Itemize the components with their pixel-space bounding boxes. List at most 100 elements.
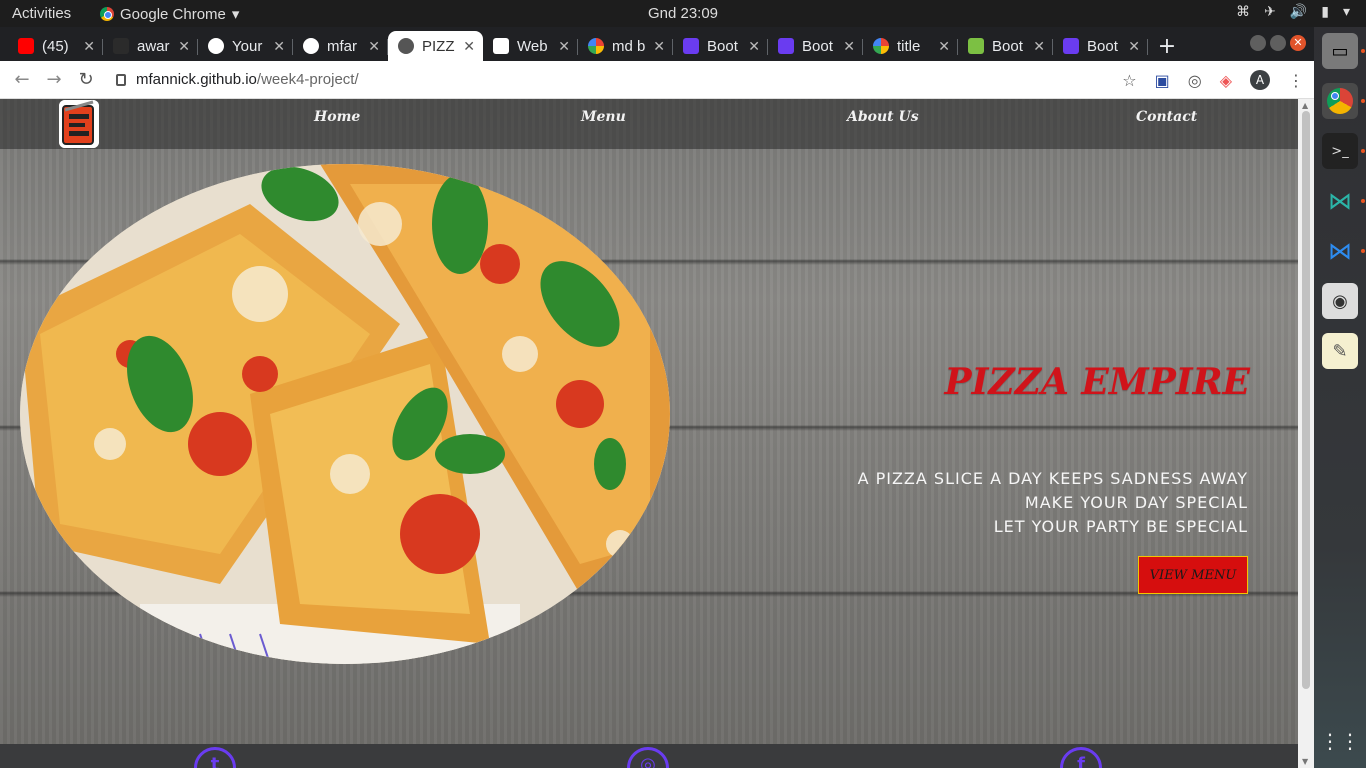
mdb-icon (683, 38, 699, 54)
running-indicator (1361, 199, 1365, 203)
tab-title: (45) (42, 37, 69, 55)
view-menu-button[interactable]: VIEW MENU (1138, 556, 1248, 594)
github-icon (208, 38, 224, 54)
lock-icon[interactable] (116, 73, 126, 86)
page-title: PIZZA EMPIRE (944, 361, 1251, 403)
tagline: LET YOUR PARTY BE SPECIAL (993, 517, 1248, 536)
tab-strip: (45) ✕ awar ✕ Your ✕ mfar ✕ PIZZ ✕ Web ✕ md b ✕… (0, 27, 1314, 61)
app-grid-icon[interactable]: ⋮⋮ (1320, 723, 1360, 759)
reload-button[interactable]: ↻ (70, 69, 102, 90)
close-icon[interactable]: ✕ (558, 38, 570, 55)
airplane-icon: ✈ (1264, 4, 1276, 20)
vscode-icon[interactable]: ⋈ (1322, 233, 1358, 269)
nav-menu[interactable]: Menu (581, 109, 626, 125)
back-button[interactable]: ← (6, 69, 38, 90)
nav-about-us[interactable]: About Us (847, 109, 919, 125)
tab[interactable]: title ✕ (863, 31, 958, 61)
system-tray[interactable]: ⌘ ✈ 🔊 ▮ ▾ (1236, 4, 1350, 20)
site-icon (493, 38, 509, 54)
page-scrollbar[interactable]: ▲ ▼ (1298, 99, 1314, 768)
tab[interactable]: Boot ✕ (768, 31, 863, 61)
tab-title: awar (137, 37, 170, 55)
mdb-icon (1063, 38, 1079, 54)
minimize-button[interactable] (1250, 35, 1266, 51)
text-editor-icon[interactable]: ✎ (1322, 333, 1358, 369)
page-viewport: Home Menu About Us Contact PIZZA EMPIRE … (0, 99, 1298, 768)
maximize-button[interactable] (1270, 35, 1286, 51)
system-top-bar: Activities Google Chrome ▾ Gnd 23:09 ⌘ ✈… (0, 0, 1366, 27)
close-icon[interactable]: ✕ (1033, 38, 1045, 55)
clock[interactable]: Gnd 23:09 (0, 5, 1366, 22)
close-icon[interactable]: ✕ (463, 38, 475, 55)
site-icon (113, 38, 129, 54)
url-path: /week4-project/ (256, 71, 359, 88)
close-icon[interactable]: ✕ (178, 38, 190, 55)
close-icon[interactable]: ✕ (748, 38, 760, 55)
tab[interactable]: mfar ✕ (293, 31, 388, 61)
close-icon[interactable]: ✕ (83, 38, 95, 55)
globe-icon (398, 38, 414, 54)
more-menu-icon[interactable]: ⋮ (1288, 71, 1304, 90)
url-host: mfannick.github.io (136, 71, 257, 88)
tab-title: mfar (327, 37, 357, 55)
site-logo[interactable] (59, 100, 99, 148)
running-indicator (1361, 249, 1365, 253)
running-indicator (1361, 99, 1365, 103)
close-icon[interactable]: ✕ (938, 38, 950, 55)
scroll-up-icon[interactable]: ▲ (1302, 101, 1308, 110)
close-window-button[interactable]: ✕ (1290, 35, 1306, 51)
tab-title: Boot (802, 37, 833, 55)
tab[interactable]: awar ✕ (103, 31, 198, 61)
google-icon (873, 38, 889, 54)
site-navbar: Home Menu About Us Contact (0, 99, 1298, 149)
running-indicator (1361, 149, 1365, 153)
chevron-down-icon: ▾ (1342, 4, 1350, 20)
extension-icon[interactable]: ◈ (1220, 71, 1232, 90)
new-tab-button[interactable]: + (1152, 31, 1182, 61)
site-icon (968, 38, 984, 54)
tab-title: PIZZ (422, 37, 455, 55)
address-bar[interactable]: mfannick.github.io/week4-project/ (116, 71, 359, 88)
pizza-hero-image (20, 164, 670, 664)
tab[interactable]: Boot ✕ (673, 31, 768, 61)
tab-title: Boot (992, 37, 1023, 55)
star-icon[interactable]: ☆ (1122, 71, 1136, 90)
tab[interactable]: Boot ✕ (958, 31, 1053, 61)
profile-avatar[interactable]: A (1250, 70, 1270, 90)
tab-title: Web (517, 37, 548, 55)
forward-button[interactable]: → (38, 69, 70, 90)
tab-active[interactable]: PIZZ ✕ (388, 31, 483, 61)
tab[interactable]: (45) ✕ (8, 31, 103, 61)
tab[interactable]: Web ✕ (483, 31, 578, 61)
media-player-icon[interactable]: ◉ (1322, 283, 1358, 319)
vscode-icon[interactable]: ⋈ (1322, 183, 1358, 219)
extension-icon[interactable]: ▣ (1155, 71, 1170, 90)
network-icon: ⌘ (1236, 4, 1251, 20)
chrome-icon[interactable] (1322, 83, 1358, 119)
nav-contact[interactable]: Contact (1136, 109, 1197, 125)
files-icon[interactable]: ▭ (1322, 33, 1358, 69)
tab[interactable]: md b ✕ (578, 31, 673, 61)
github-icon (303, 38, 319, 54)
browser-window: (45) ✕ awar ✕ Your ✕ mfar ✕ PIZZ ✕ Web ✕ md b ✕… (0, 27, 1314, 768)
close-icon[interactable]: ✕ (273, 38, 285, 55)
close-icon[interactable]: ✕ (368, 38, 380, 55)
scroll-down-icon[interactable]: ▼ (1302, 757, 1308, 766)
nav-home[interactable]: Home (314, 109, 360, 125)
pizza-illustration (20, 164, 670, 664)
close-icon[interactable]: ✕ (653, 38, 665, 55)
battery-icon: ▮ (1321, 4, 1329, 20)
toolbar-actions: ☆ ▣ ◎ ◈ A ⋮ (1122, 70, 1304, 90)
extension-icon[interactable]: ◎ (1188, 71, 1202, 90)
toolbar: ← → ↻ mfannick.github.io/week4-project/ … (0, 61, 1314, 99)
dock: ▭ >_ ⋈ ⋈ ◉ ✎ ⋮⋮ (1314, 27, 1366, 768)
close-icon[interactable]: ✕ (843, 38, 855, 55)
mdb-icon (778, 38, 794, 54)
volume-icon: 🔊 (1289, 4, 1308, 20)
terminal-icon[interactable]: >_ (1322, 133, 1358, 169)
tab[interactable]: Boot ✕ (1053, 31, 1148, 61)
tab[interactable]: Your ✕ (198, 31, 293, 61)
scrollbar-thumb[interactable] (1302, 111, 1310, 689)
tab-title: md b (612, 37, 646, 55)
close-icon[interactable]: ✕ (1128, 38, 1140, 55)
